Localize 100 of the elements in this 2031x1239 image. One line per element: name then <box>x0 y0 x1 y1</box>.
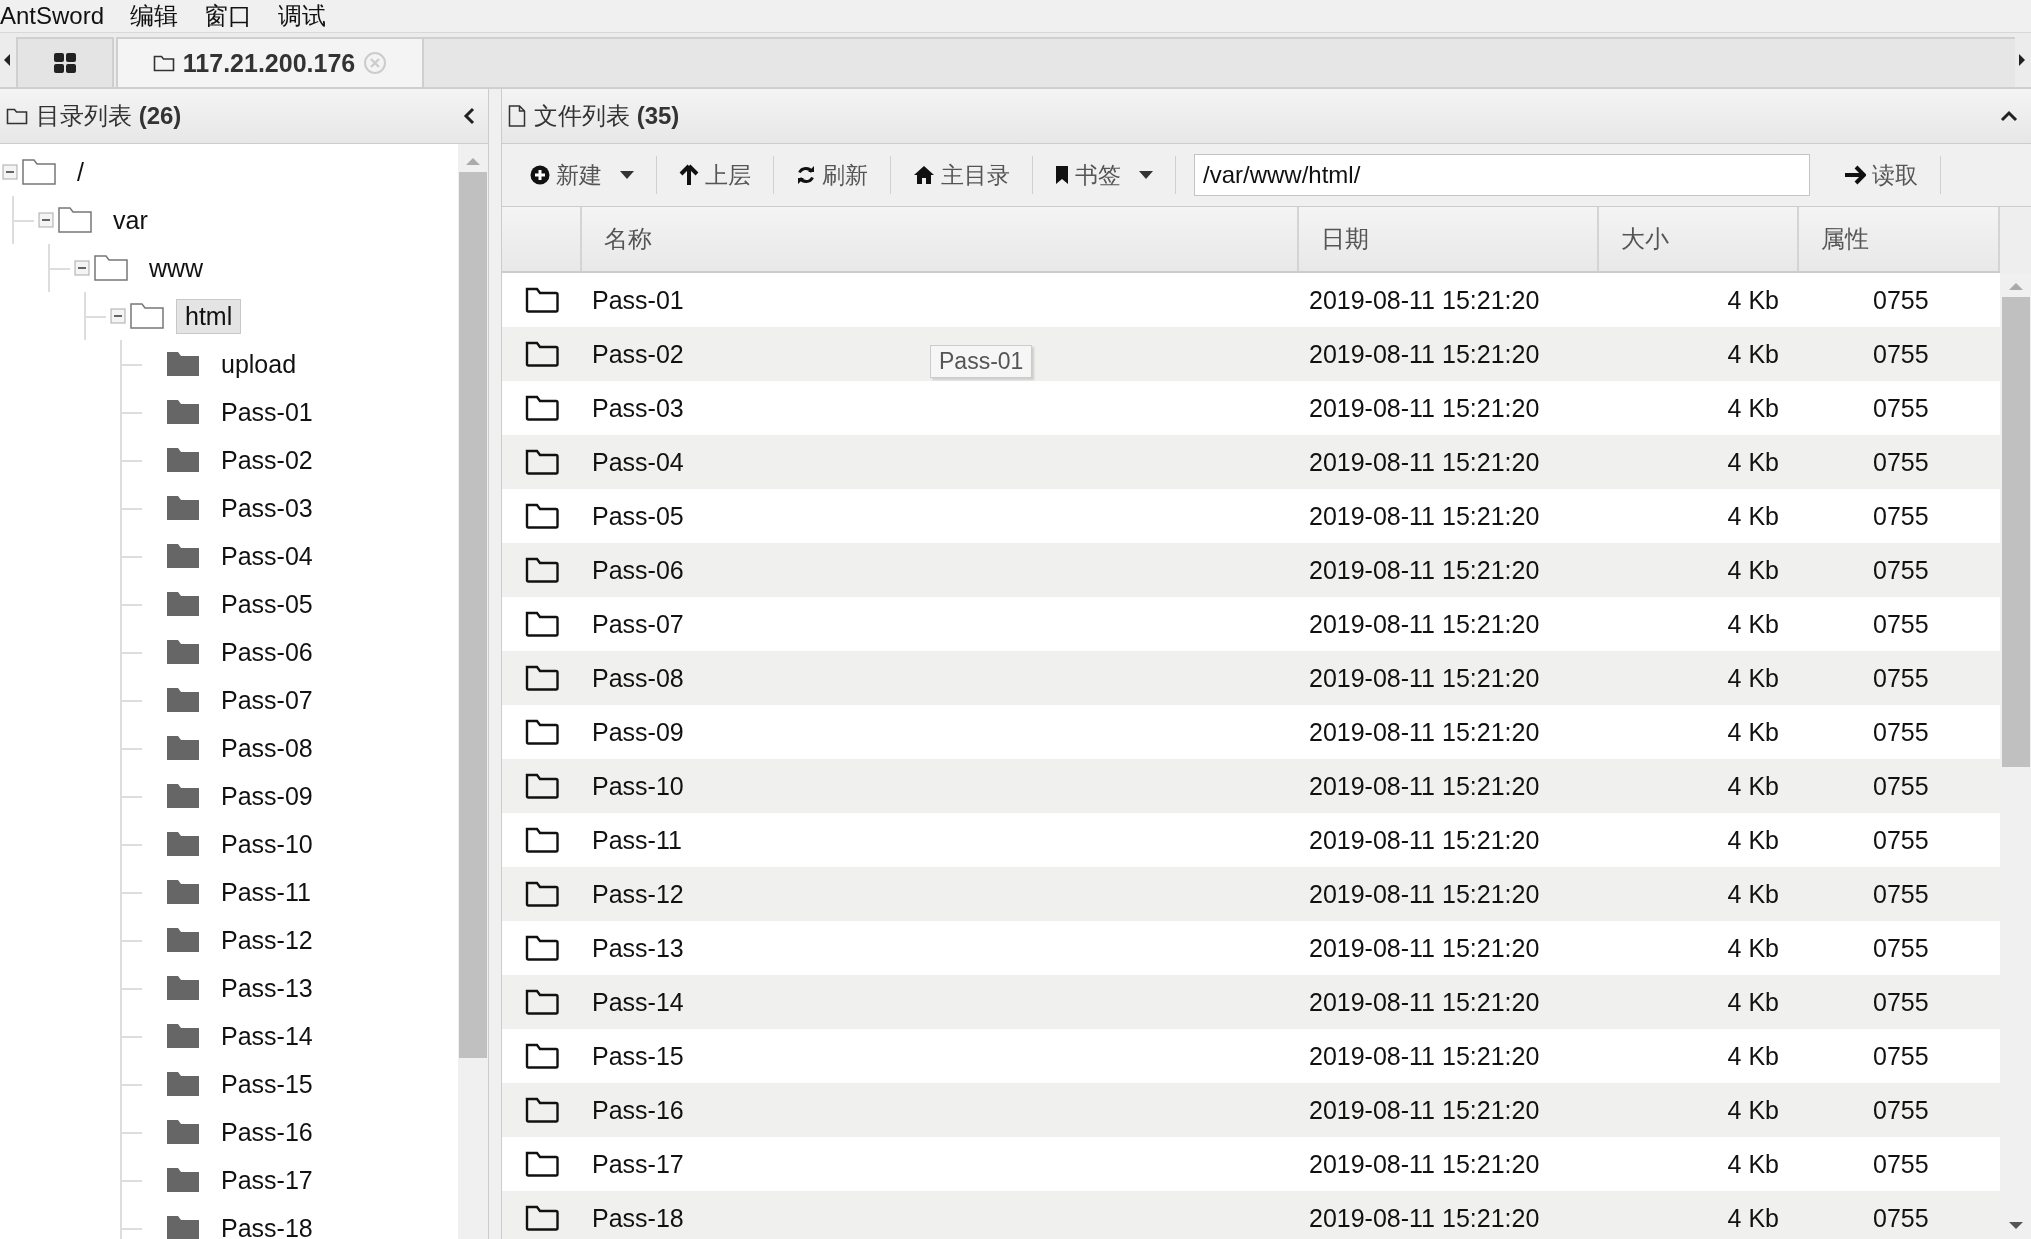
file-row[interactable]: Pass-14 2019-08-11 15:21:20 4 Kb 0755 <box>502 975 2000 1029</box>
tree-item[interactable]: Pass-13 <box>212 970 322 1006</box>
menu-item[interactable]: 调试 <box>278 4 327 28</box>
file-permission: 0755 <box>1873 717 1929 746</box>
tree-item[interactable]: Pass-09 <box>212 778 322 814</box>
menu-item[interactable]: 窗口 <box>204 4 253 28</box>
tree-item[interactable]: / <box>68 154 93 190</box>
tree-item[interactable]: Pass-05 <box>212 586 322 622</box>
tree-connector-line <box>120 1060 142 1108</box>
collapse-toggle-icon[interactable] <box>2 164 18 180</box>
folder-icon <box>166 495 200 521</box>
caret-icon[interactable] <box>620 171 634 179</box>
folder-icon <box>525 1043 559 1069</box>
scrollbar-thumb[interactable] <box>459 172 487 1058</box>
refresh-icon <box>796 165 816 185</box>
tree-item[interactable]: Pass-08 <box>212 730 322 766</box>
file-row[interactable]: Pass-04 2019-08-11 15:21:20 4 Kb 0755 <box>502 435 2000 489</box>
tree-item[interactable]: Pass-06 <box>212 634 322 670</box>
tree-item[interactable]: Pass-07 <box>212 682 322 718</box>
tree-item[interactable]: Pass-18 <box>212 1210 322 1239</box>
folder-icon <box>166 879 200 905</box>
menu-item[interactable]: 编辑 <box>130 4 179 28</box>
file-row[interactable]: Pass-08 2019-08-11 15:21:20 4 Kb 0755 <box>502 651 2000 705</box>
scroll-right-icon[interactable] <box>2017 53 2027 67</box>
tab[interactable] <box>16 37 114 87</box>
tree-item[interactable]: Pass-12 <box>212 922 322 958</box>
tree-item[interactable]: Pass-02 <box>212 442 322 478</box>
file-name: Pass-11 <box>592 825 682 854</box>
toolbar-button[interactable]: 主目录 <box>903 159 1020 191</box>
collapse-toggle-icon[interactable] <box>110 308 126 324</box>
scroll-left-icon[interactable] <box>2 53 12 67</box>
file-row[interactable]: Pass-12 2019-08-11 15:21:20 4 Kb 0755 <box>502 867 2000 921</box>
folder-icon <box>152 54 175 72</box>
toolbar-button[interactable]: 刷新 <box>786 159 878 191</box>
file-size: 4 Kb <box>1727 1203 1779 1232</box>
collapse-icon[interactable] <box>1999 109 2019 123</box>
file-size: 4 Kb <box>1727 771 1779 800</box>
folder-icon <box>525 611 559 637</box>
folder-icon <box>6 107 28 125</box>
tree-connector-line <box>120 1012 142 1060</box>
toolbar-button[interactable]: 书签 <box>1045 159 1163 191</box>
toolbar-button[interactable]: 新建 <box>520 159 644 191</box>
tree-item[interactable]: Pass-17 <box>212 1162 322 1198</box>
tree-item[interactable]: Pass-04 <box>212 538 322 574</box>
tree-connector-line <box>120 628 142 676</box>
tree-connector-line <box>120 772 142 820</box>
tree-item[interactable]: Pass-01 <box>212 394 322 430</box>
folder-icon <box>166 687 200 713</box>
folder-icon <box>166 735 200 761</box>
folder-icon <box>525 503 559 529</box>
file-row[interactable]: Pass-10 2019-08-11 15:21:20 4 Kb 0755 <box>502 759 2000 813</box>
file-name: Pass-09 <box>592 717 684 746</box>
file-row[interactable]: Pass-06 2019-08-11 15:21:20 4 Kb 0755 <box>502 543 2000 597</box>
tree-item[interactable]: Pass-15 <box>212 1066 322 1102</box>
file-row[interactable]: Pass-18 2019-08-11 15:21:20 4 Kb 0755 <box>502 1191 2000 1239</box>
file-size: 4 Kb <box>1727 285 1779 314</box>
file-permission: 0755 <box>1873 447 1929 476</box>
tree-connector-line <box>48 244 70 292</box>
folder-icon <box>166 351 200 377</box>
collapse-toggle-icon[interactable] <box>38 212 54 228</box>
tree-connector-line <box>120 436 142 484</box>
path-field[interactable]: /var/www/html/ <box>1194 154 1810 196</box>
tree-item[interactable]: var <box>104 202 157 238</box>
caret-icon[interactable] <box>1139 171 1153 179</box>
tree-item[interactable]: upload <box>212 346 306 382</box>
tree-item[interactable]: Pass-11 <box>212 874 320 910</box>
tab[interactable]: 117.21.200.176 <box>116 37 424 87</box>
scroll-down-icon[interactable] <box>2007 1221 2024 1231</box>
column-header[interactable]: 大小 <box>1599 207 1799 271</box>
scrollbar-thumb[interactable] <box>2001 297 2030 767</box>
column-header[interactable]: 名称 <box>582 207 1299 271</box>
folder-icon <box>166 1119 200 1145</box>
file-permission: 0755 <box>1873 825 1929 854</box>
collapse-toggle-icon[interactable] <box>74 260 90 276</box>
file-name: Pass-05 <box>592 501 684 530</box>
tree-item[interactable]: www <box>140 250 213 286</box>
column-header[interactable]: 日期 <box>1299 207 1599 271</box>
file-name: Pass-01 <box>592 285 684 314</box>
collapse-icon[interactable] <box>462 106 476 126</box>
file-permission: 0755 <box>1873 285 1929 314</box>
file-icon <box>508 105 526 127</box>
tree-item[interactable]: Pass-16 <box>212 1114 322 1150</box>
file-size: 4 Kb <box>1727 393 1779 422</box>
toolbar-button[interactable]: 上层 <box>669 159 761 191</box>
file-row[interactable]: Pass-16 2019-08-11 15:21:20 4 Kb 0755 <box>502 1083 2000 1137</box>
tree-item[interactable]: Pass-03 <box>212 490 322 526</box>
menu-item[interactable]: AntSword <box>0 4 105 28</box>
panel-title: 目录列表 (26) <box>36 101 182 131</box>
read-button[interactable]: 读取 <box>1834 159 1928 191</box>
file-date: 2019-08-11 15:21:20 <box>1309 339 1540 368</box>
tree-item[interactable]: html <box>176 298 242 334</box>
folder-icon <box>525 287 559 313</box>
tree-item[interactable]: Pass-14 <box>212 1018 322 1054</box>
file-size: 4 Kb <box>1727 987 1779 1016</box>
tree-connector-line <box>120 916 142 964</box>
file-date: 2019-08-11 15:21:20 <box>1309 501 1540 530</box>
folder-icon <box>166 447 200 473</box>
file-date: 2019-08-11 15:21:20 <box>1309 933 1540 962</box>
tree-item[interactable]: Pass-10 <box>212 826 322 862</box>
file-size: 4 Kb <box>1727 555 1779 584</box>
